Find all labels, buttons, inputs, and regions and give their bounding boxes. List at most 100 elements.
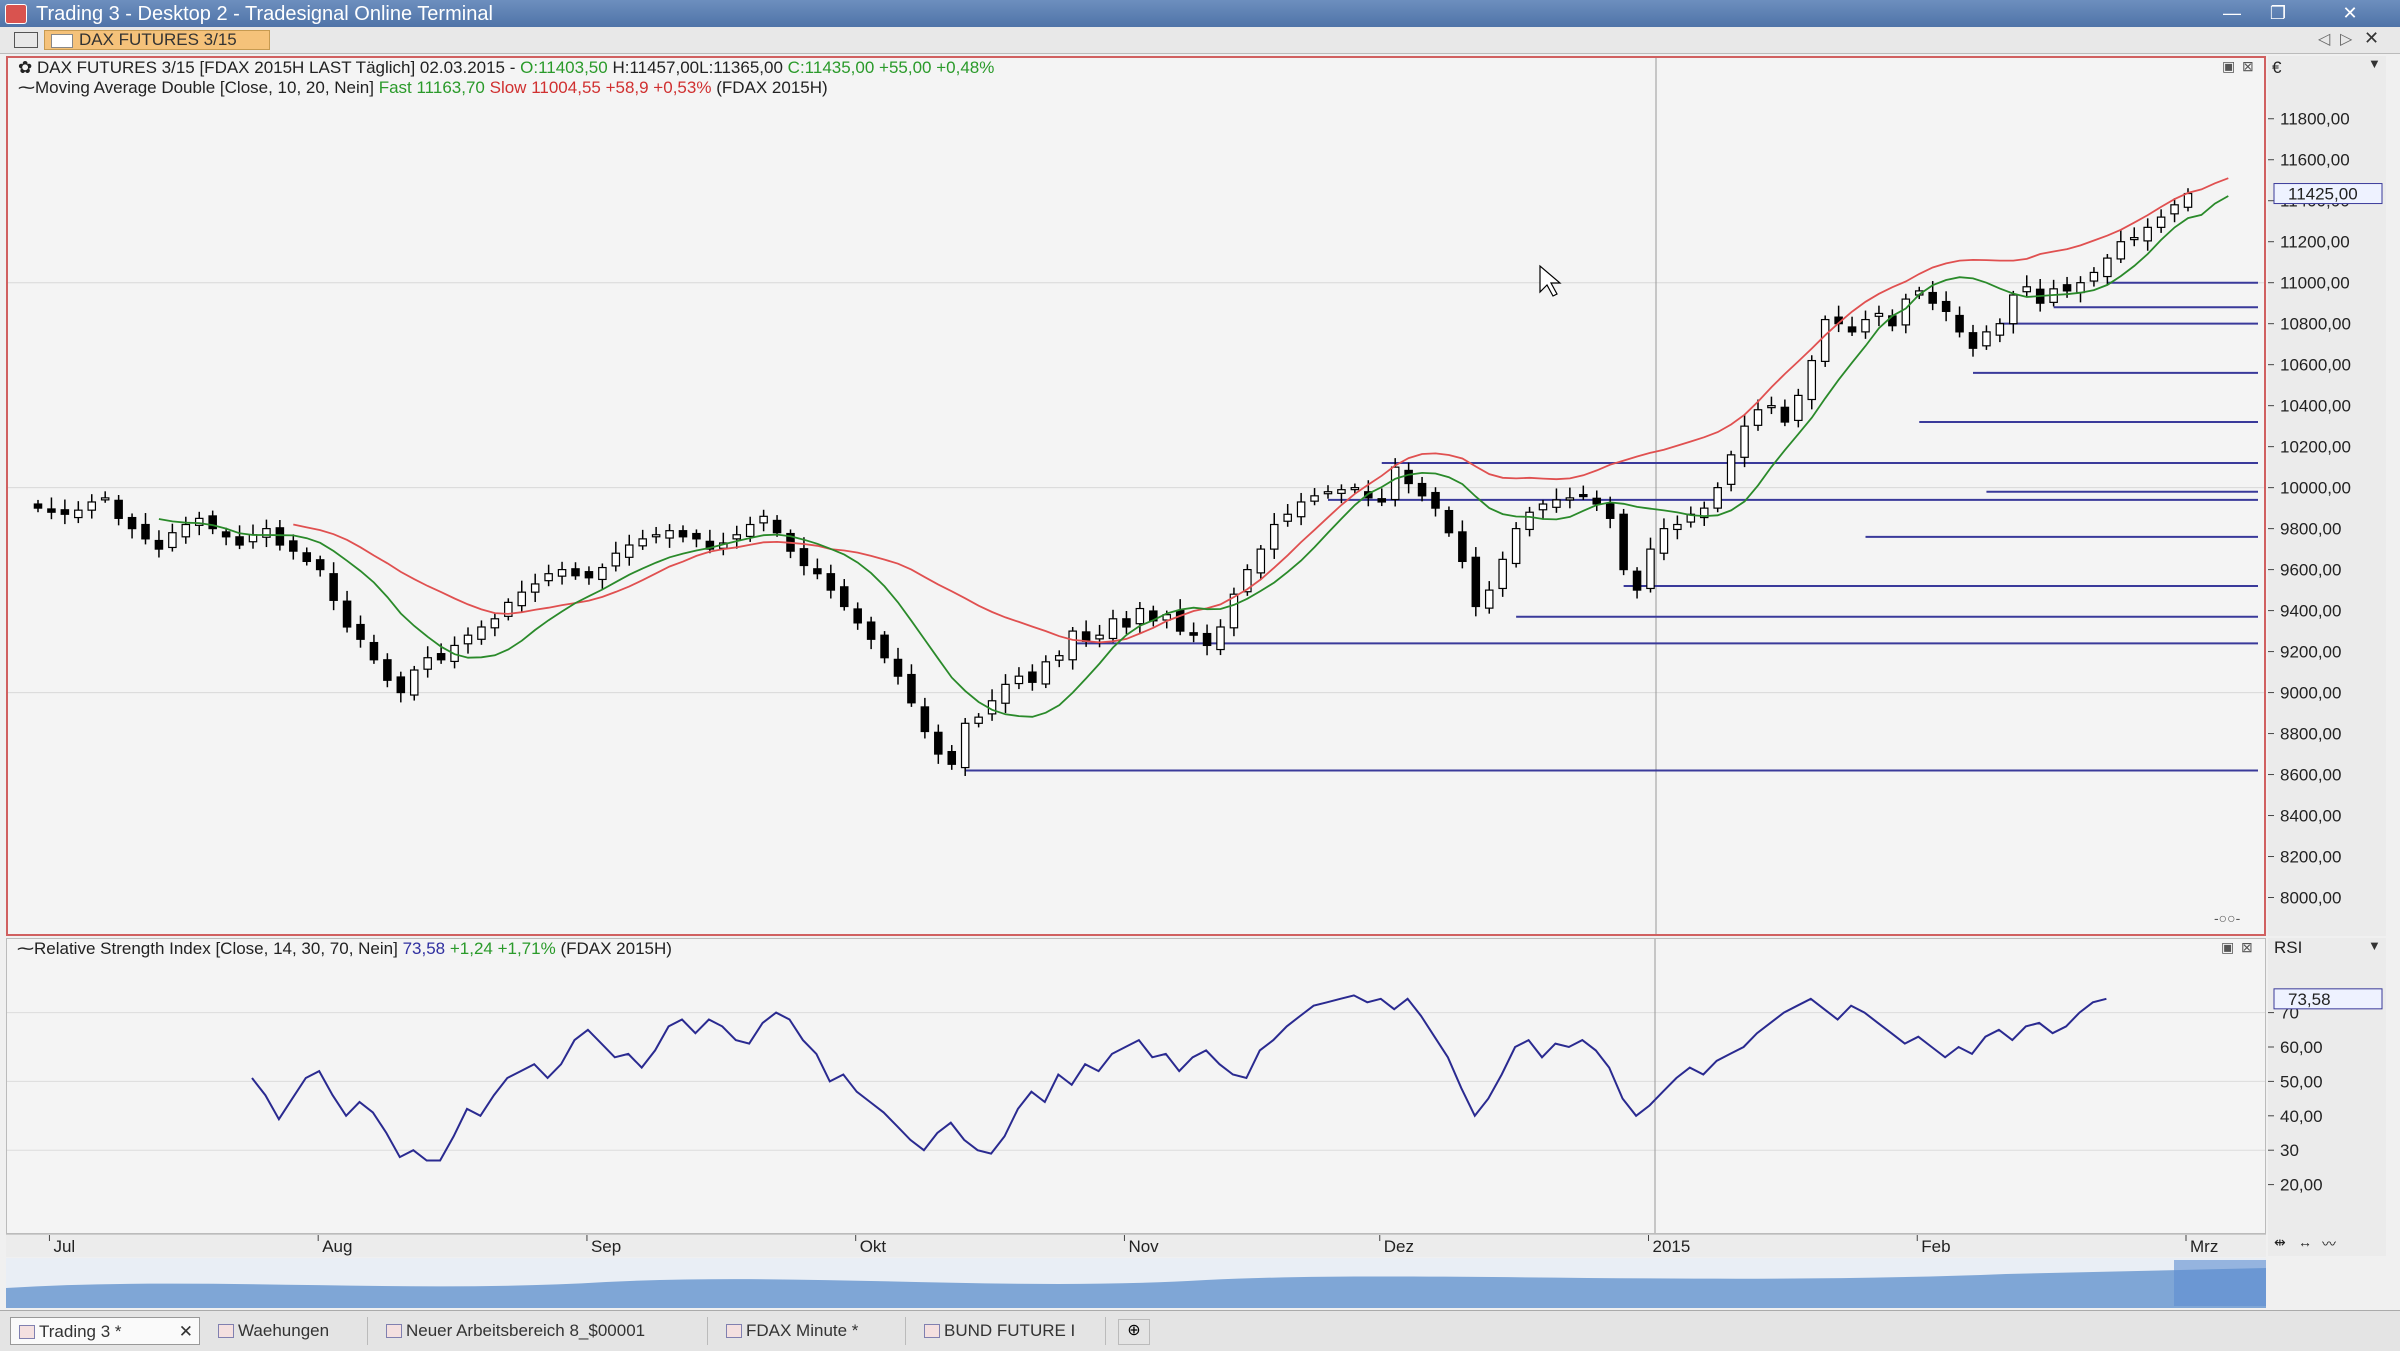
time-tick-label: Jul [53, 1237, 75, 1256]
scroll-left-icon[interactable]: ◁ [2318, 29, 2330, 49]
mouse-cursor-icon [1539, 264, 1562, 297]
candle-body [154, 539, 164, 550]
open-value: O:11403,50 [520, 58, 608, 77]
rsi-pane[interactable]: ⁓Relative Strength Index [Close, 14, 30,… [6, 938, 2266, 1234]
candle-body [1552, 499, 1561, 508]
price-tick-label: 9400,00 [2280, 602, 2341, 621]
workspace-tab[interactable]: Neuer Arbeitsbereich 8_$00001 [378, 1317, 708, 1345]
pane-resize-icon[interactable]: -○○- [2214, 910, 2240, 926]
candle-body [1054, 655, 1064, 661]
workspace-tab[interactable]: Waehungen [210, 1317, 368, 1345]
price-tick-label: 11000,00 [2280, 274, 2350, 293]
price-chart[interactable] [8, 58, 2264, 934]
candle-body [1202, 632, 1212, 647]
layout-toggle-icon[interactable] [14, 32, 38, 48]
close-icon[interactable]: ✕ [179, 1318, 193, 1346]
candle-body [1525, 511, 1534, 531]
price-tick-label: 11800,00 [2280, 110, 2350, 129]
time-tick-label: Nov [1128, 1237, 1159, 1256]
pane-maximize-icon[interactable]: ▣ [2222, 58, 2235, 75]
price-tick-label: 9800,00 [2280, 520, 2341, 539]
rsi-header: ⁓Relative Strength Index [Close, 14, 30,… [17, 939, 672, 959]
close-tab-icon[interactable]: ✕ [2364, 28, 2379, 49]
candle-body [208, 515, 217, 530]
candle-body [826, 573, 836, 591]
add-workspace-icon[interactable]: ⊕ [1118, 1319, 1150, 1345]
fit-icon[interactable]: 〰 [2322, 1234, 2336, 1254]
candle-body [1941, 300, 1951, 312]
low-value: L:11365,00 [699, 58, 783, 77]
candle-body [1014, 675, 1024, 685]
candle-body [342, 600, 352, 628]
candle-body [732, 534, 742, 540]
indicator-icon: ⁓ [17, 939, 34, 958]
rsi-tick-label: 40,00 [2280, 1107, 2323, 1126]
candle-body [409, 669, 419, 696]
pane-close-icon[interactable]: ⊠ [2241, 939, 2253, 956]
candle-body [651, 534, 661, 538]
rsi-chart[interactable] [7, 939, 2265, 1233]
candle-body [1995, 323, 2005, 336]
scroll-right-icon[interactable]: ▷ [2340, 29, 2352, 49]
candle-body [2089, 271, 2099, 282]
candle-body [33, 503, 43, 509]
instrument-tab[interactable]: DAX FUTURES 3/15 [44, 30, 270, 50]
restore-button[interactable]: ❐ [2258, 2, 2298, 24]
pane-maximize-icon[interactable]: ▣ [2221, 939, 2234, 956]
workspace-tab[interactable]: BUND FUTURE I [916, 1317, 1106, 1345]
candle-body [611, 552, 621, 567]
rsi-name: Relative Strength Index [Close, 14, 30, … [34, 939, 398, 958]
candle-body [302, 552, 312, 563]
rsi-current-tag: 73,58 [2288, 990, 2331, 1009]
price-chart-pane[interactable]: ✿ DAX FUTURES 3/15 [FDAX 2015H LAST Tägl… [6, 56, 2266, 936]
price-tick-label: 8200,00 [2280, 848, 2341, 867]
price-tick-label: 10400,00 [2280, 397, 2351, 416]
price-axis-scale: 8000,00 8200,00 8400,00 8600,00 8800,00 9000,… [2268, 110, 2383, 908]
candle-body [1108, 618, 1118, 640]
navigator-window[interactable] [2174, 1260, 2266, 1306]
symbol-icon: ✿ [18, 58, 37, 77]
candle-body [1659, 528, 1669, 554]
candle-body [60, 509, 70, 515]
time-tick-label: Dez [1384, 1237, 1414, 1256]
axis-menu-icon[interactable]: ▼ [2368, 938, 2381, 953]
close-value: C:11435,00 +55,00 +0,48% [787, 58, 995, 77]
candle-body [1955, 314, 1964, 333]
candle-body [571, 568, 580, 577]
chart-navigator[interactable] [6, 1258, 2266, 1308]
time-axis[interactable]: Jul Aug Sep Okt Nov Dez 2015 Feb Mrz [6, 1234, 2266, 1257]
candle-body [235, 536, 244, 546]
pane-close-icon[interactable]: ⊠ [2242, 58, 2254, 75]
candle-body [87, 501, 97, 511]
candle-body [1350, 487, 1360, 491]
rsi-axis[interactable]: 20,00 30 40,00 50,00 60,00 70 73,58 RSI ▼ [2268, 938, 2386, 1234]
zoom-in-icon[interactable]: ⇹ [2274, 1234, 2286, 1251]
candle-body [584, 571, 594, 579]
candle-body [2170, 204, 2179, 215]
price-tick-label: 10000,00 [2280, 479, 2351, 498]
candle-body [1377, 498, 1387, 503]
candle-body [530, 583, 540, 593]
workspace-tab-label: Trading 3 * [39, 1322, 122, 1341]
instrument-tab-strip: DAX FUTURES 3/15 ◁ ▷ ✕ [0, 27, 2400, 54]
candle-body [1605, 502, 1615, 519]
candle-body [692, 532, 701, 540]
candle-body [2143, 226, 2152, 242]
candle-body [947, 750, 957, 765]
candle-body [315, 559, 325, 571]
candle-body [1928, 291, 1937, 304]
price-axis[interactable]: 8000,00 8200,00 8400,00 8600,00 8800,00 9000,… [2268, 56, 2386, 936]
workspace-tab[interactable]: FDAX Minute * [718, 1317, 906, 1345]
candle-body [141, 523, 150, 540]
minimize-button[interactable]: — [2212, 2, 2252, 24]
candle-body [436, 653, 446, 661]
workspace-tab[interactable]: Trading 3 * ✕ [10, 1317, 200, 1345]
candle-body [1296, 501, 1306, 518]
close-button[interactable]: ✕ [2330, 2, 2370, 24]
zoom-out-icon[interactable]: ↔ [2298, 1234, 2312, 1250]
candle-body [1256, 548, 1266, 574]
axis-menu-icon[interactable]: ▼ [2368, 56, 2381, 71]
candle-body [1216, 626, 1225, 651]
candle-body [1444, 509, 1454, 534]
candle-body [329, 573, 338, 601]
